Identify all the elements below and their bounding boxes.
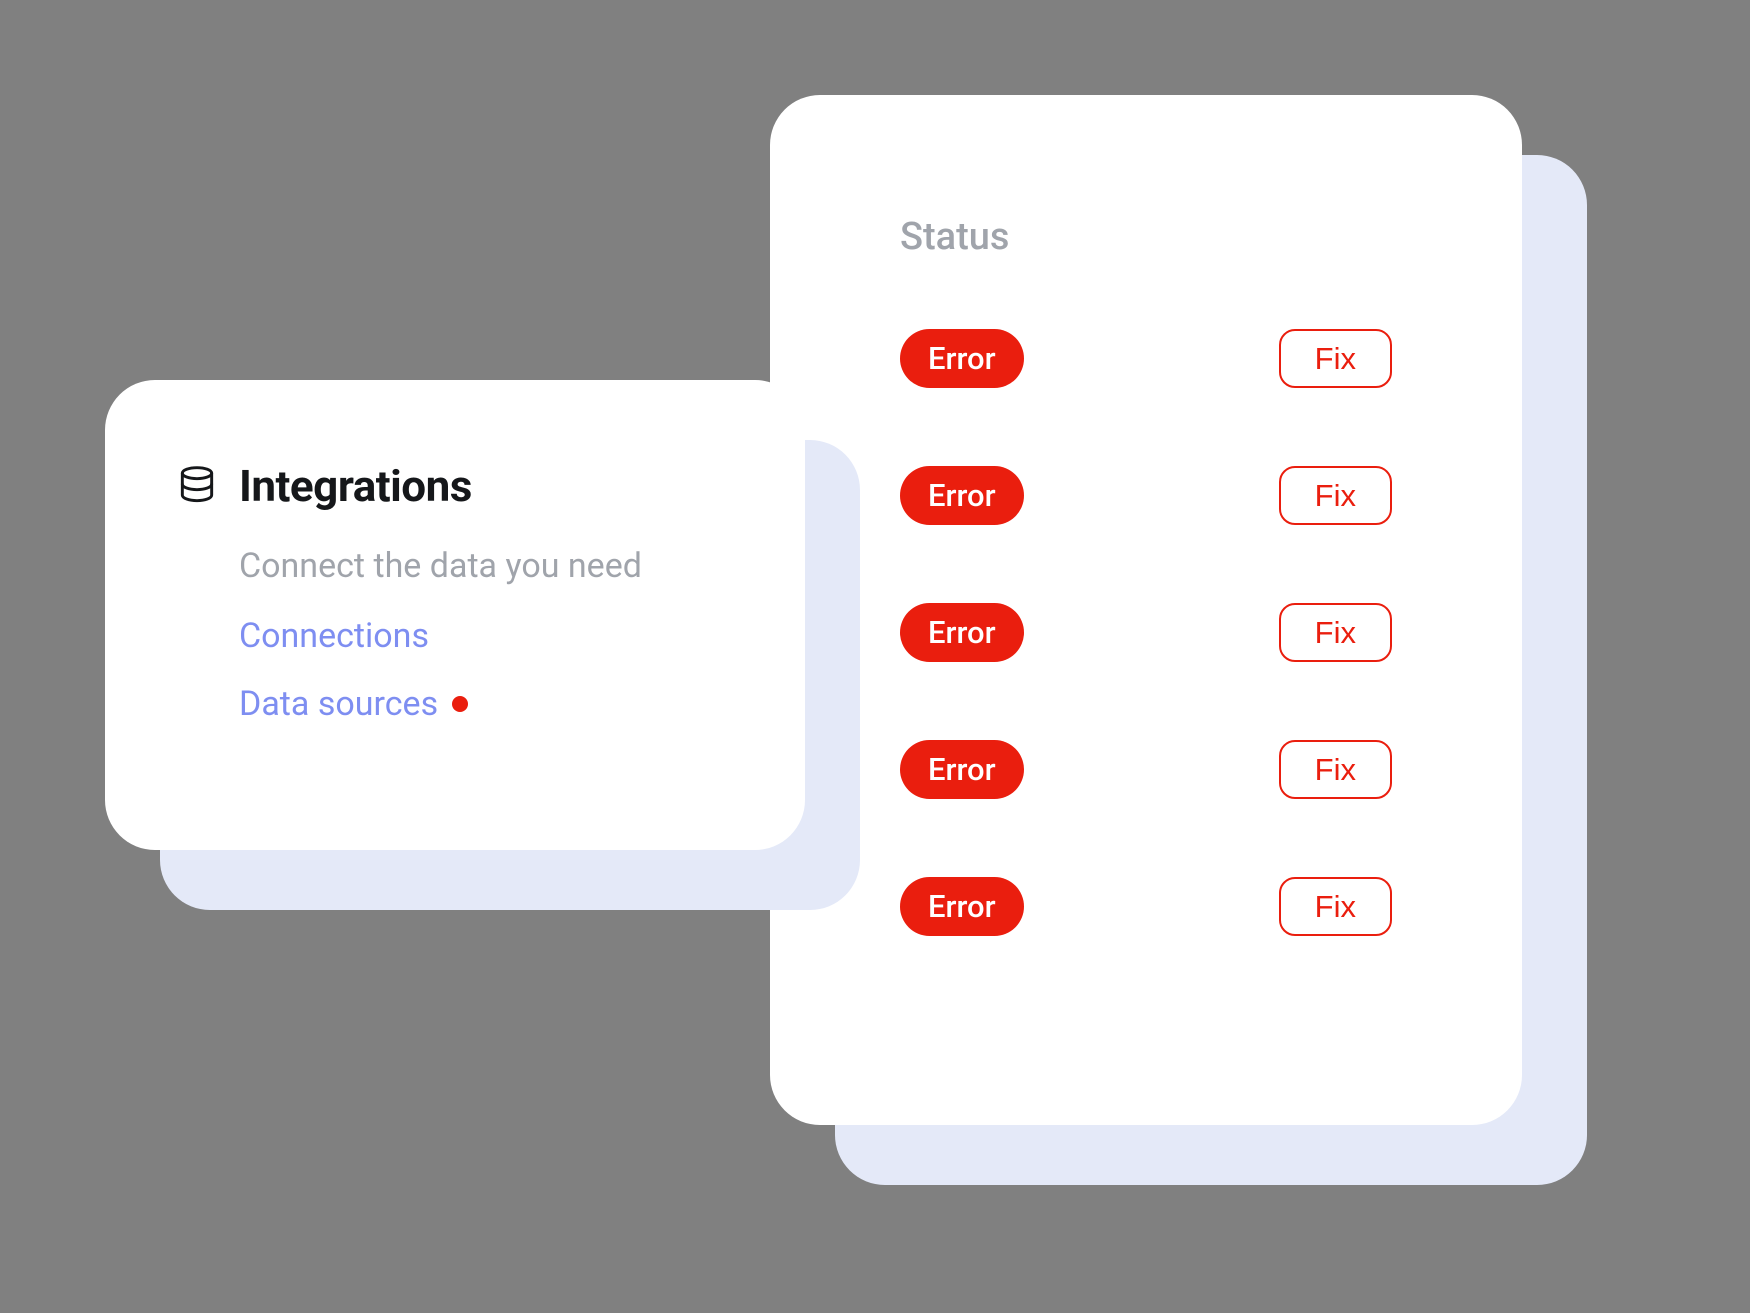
link-connections-label: Connections bbox=[239, 616, 429, 656]
error-badge: Error bbox=[900, 740, 1024, 799]
status-row: Error Fix bbox=[900, 466, 1392, 525]
alert-dot-icon bbox=[452, 696, 468, 712]
database-icon bbox=[175, 464, 219, 508]
status-heading: Status bbox=[900, 215, 1392, 259]
link-connections[interactable]: Connections bbox=[239, 616, 735, 656]
fix-button[interactable]: Fix bbox=[1279, 877, 1392, 936]
status-row: Error Fix bbox=[900, 329, 1392, 388]
fix-button[interactable]: Fix bbox=[1279, 329, 1392, 388]
error-badge: Error bbox=[900, 329, 1024, 388]
fix-button[interactable]: Fix bbox=[1279, 740, 1392, 799]
status-row: Error Fix bbox=[900, 603, 1392, 662]
link-data-sources[interactable]: Data sources bbox=[239, 684, 735, 724]
error-badge: Error bbox=[900, 466, 1024, 525]
integrations-subtitle: Connect the data you need bbox=[239, 546, 735, 586]
status-card: Status Error Fix Error Fix Error Fix Err… bbox=[770, 95, 1522, 1125]
error-badge: Error bbox=[900, 877, 1024, 936]
status-row: Error Fix bbox=[900, 740, 1392, 799]
integrations-card: Integrations Connect the data you need C… bbox=[105, 380, 805, 850]
integrations-title: Integrations bbox=[239, 460, 472, 512]
fix-button[interactable]: Fix bbox=[1279, 466, 1392, 525]
integrations-title-row: Integrations bbox=[175, 460, 735, 512]
fix-button[interactable]: Fix bbox=[1279, 603, 1392, 662]
error-badge: Error bbox=[900, 603, 1024, 662]
link-data-sources-label: Data sources bbox=[239, 684, 438, 724]
status-rows: Error Fix Error Fix Error Fix Error Fix … bbox=[900, 329, 1392, 936]
status-row: Error Fix bbox=[900, 877, 1392, 936]
